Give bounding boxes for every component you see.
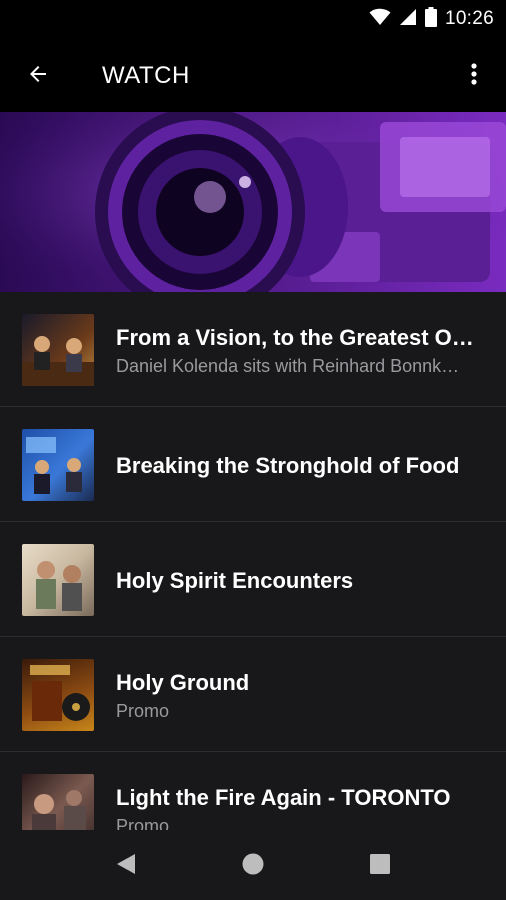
video-item[interactable]: Holy Spirit Encounters <box>0 522 506 637</box>
nav-home-button[interactable] <box>233 846 273 886</box>
video-list: From a Vision, to the Greatest O… Daniel… <box>0 292 506 830</box>
video-item[interactable]: Light the Fire Again - TORONTO Promo <box>0 752 506 830</box>
video-title: Holy Spirit Encounters <box>116 568 354 593</box>
video-item[interactable]: From a Vision, to the Greatest O… Daniel… <box>0 292 506 407</box>
video-subtitle: Promo <box>116 701 170 721</box>
video-item[interactable]: Breaking the Stronghold of Food <box>0 407 506 522</box>
status-bar: 10:26 <box>0 0 506 38</box>
status-time: 10:26 <box>444 8 494 29</box>
battery-icon <box>424 6 437 32</box>
nav-back-button[interactable] <box>106 846 146 886</box>
video-item[interactable]: Holy Ground Promo <box>0 637 506 752</box>
video-thumbnail <box>22 429 94 501</box>
video-thumbnail <box>22 659 94 731</box>
video-thumbnail <box>22 774 94 830</box>
back-triangle-icon <box>115 852 137 881</box>
nav-recents-button[interactable] <box>360 846 400 886</box>
video-subtitle: Daniel Kolenda sits with Reinhard Bonnk… <box>116 356 460 376</box>
system-navigation-bar <box>0 832 506 900</box>
wifi-icon <box>369 8 391 31</box>
more-vert-icon <box>470 62 478 91</box>
home-circle-icon <box>241 852 265 881</box>
video-thumbnail <box>22 314 94 386</box>
video-title: Breaking the Stronghold of Food <box>116 453 460 478</box>
camera-lens-banner <box>0 112 506 292</box>
signal-icon <box>399 8 417 31</box>
video-title: Light the Fire Again - TORONTO <box>116 785 451 810</box>
recents-square-icon <box>369 853 391 880</box>
video-title: From a Vision, to the Greatest O… <box>116 325 474 350</box>
page-title: WATCH <box>102 62 190 89</box>
hero-banner <box>0 112 506 292</box>
arrow-left-icon <box>26 62 50 91</box>
back-button[interactable] <box>18 56 58 96</box>
app-bar: WATCH <box>0 38 506 112</box>
video-subtitle: Promo <box>116 816 170 830</box>
overflow-menu-button[interactable] <box>456 56 492 96</box>
status-icons: 10:26 <box>369 6 494 32</box>
video-thumbnail <box>22 544 94 616</box>
video-title: Holy Ground <box>116 670 250 695</box>
